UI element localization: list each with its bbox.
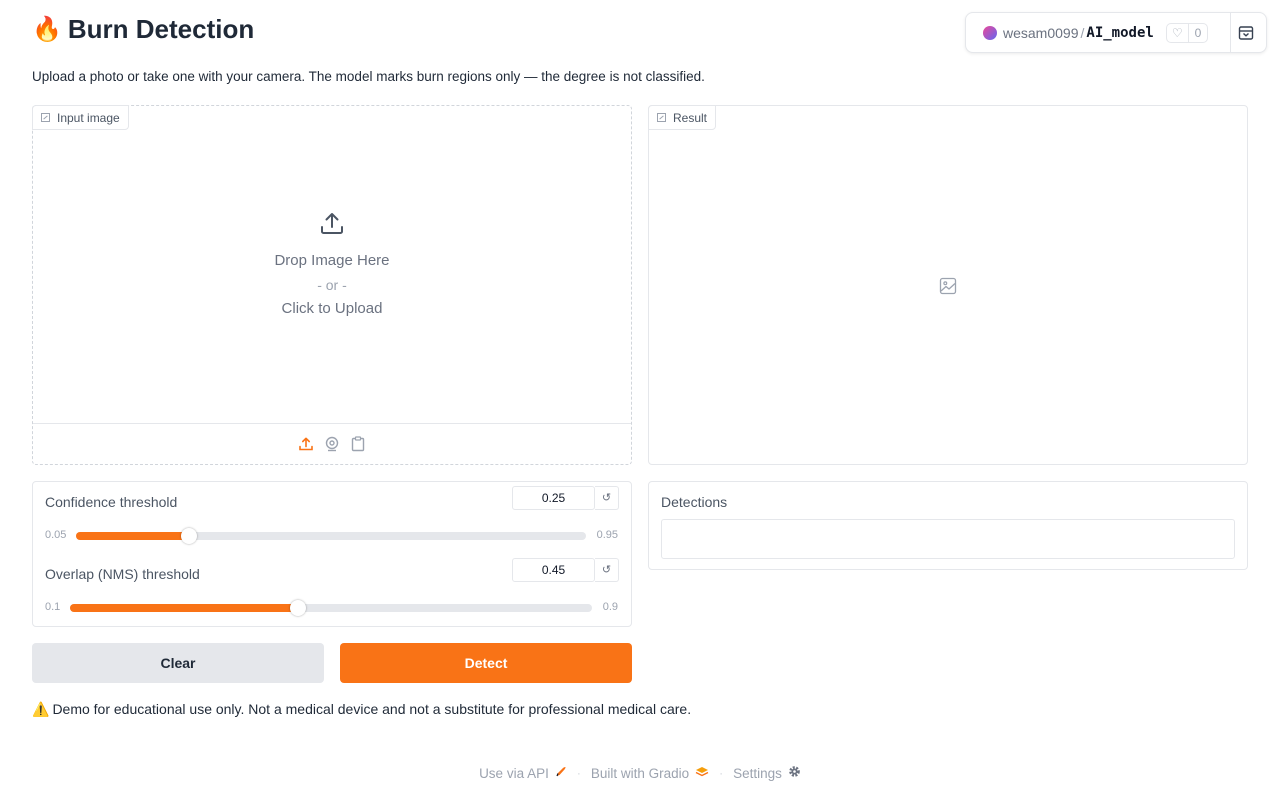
like-count: 0 [1194,25,1202,40]
badge-divider [1230,13,1231,52]
built-with-gradio-link[interactable]: Built with Gradio [591,766,709,781]
detections-label: Detections [661,494,728,510]
gear-icon [788,765,801,781]
page-description: Upload a photo or take one with your cam… [32,69,705,84]
heart-icon: ♡ [1167,23,1189,42]
settings-panel: Confidence threshold 0.25 ↺ 0.05 0.95 Ov… [32,481,632,627]
nms-reset-button[interactable]: ↺ [595,558,619,582]
confidence-number-input[interactable]: 0.25 [512,486,595,510]
nms-thumb[interactable] [290,600,307,616]
gradio-logo-icon [695,766,709,781]
rocket-icon [555,766,567,781]
detections-textbox[interactable] [661,519,1235,559]
confidence-max: 0.95 [596,529,618,541]
image-placeholder-icon [939,277,957,300]
footer: Use via API · Built with Gradio · Settin… [0,765,1280,781]
page-title-text: Burn Detection [67,14,255,44]
confidence-track[interactable] [76,528,586,544]
space-badge: wesam0099 / AI_model ♡ 0 [965,12,1267,53]
nms-min: 0.1 [45,601,61,613]
upload-source-icon[interactable] [298,436,314,452]
space-name[interactable]: AI_model [1086,25,1153,41]
result-label: Result [648,105,717,130]
settings-link[interactable]: Settings [733,765,801,781]
nms-max: 0.9 [602,601,618,613]
clipboard-icon[interactable] [350,436,366,452]
confidence-thumb[interactable] [181,528,198,544]
path-separator: / [1080,24,1085,41]
image-source-selector [33,423,631,464]
warning-icon: ⚠️ [32,701,50,717]
nms-label: Overlap (NMS) threshold [45,566,200,582]
input-image-panel[interactable]: Input image Drop Image Here - or - Click… [32,105,632,465]
footer-dot: · [719,766,724,780]
collapse-header-icon[interactable] [1238,25,1254,41]
click-to-upload-text: Click to Upload [281,299,383,317]
like-button[interactable]: ♡ 0 [1165,22,1209,43]
clear-button[interactable]: Clear [32,643,324,683]
nms-track[interactable] [70,600,592,616]
or-text: - or - [317,276,347,293]
confidence-label: Confidence threshold [45,494,178,510]
detect-button[interactable]: Detect [340,643,632,683]
confidence-reset-button[interactable]: ↺ [595,486,619,510]
image-icon [657,113,666,122]
user-avatar [983,25,997,40]
webcam-icon[interactable] [324,436,340,452]
drop-image-text: Drop Image Here [274,251,390,269]
confidence-fill [76,532,190,540]
space-owner[interactable]: wesam0099 [1003,25,1079,41]
footer-dot: · [576,766,581,780]
confidence-slider: Confidence threshold 0.25 ↺ 0.05 0.95 [45,486,619,544]
nms-number-input[interactable]: 0.45 [512,558,595,582]
result-panel: Result [648,105,1248,465]
use-via-api-link[interactable]: Use via API [479,766,567,781]
disclaimer: ⚠️ Demo for educational use only. Not a … [32,701,691,718]
upload-dropzone[interactable]: Drop Image Here - or - Click to Upload [33,106,631,424]
nms-slider: Overlap (NMS) threshold 0.45 ↺ 0.1 0.9 [45,558,619,616]
upload-icon [319,210,345,241]
disclaimer-text: Demo for educational use only. Not a med… [52,701,692,717]
confidence-min: 0.05 [45,529,67,541]
fire-icon: 🔥 [32,16,62,43]
nms-fill [70,604,299,612]
page-title: 🔥 Burn Detection [32,14,254,45]
detections-panel: Detections [648,481,1248,570]
